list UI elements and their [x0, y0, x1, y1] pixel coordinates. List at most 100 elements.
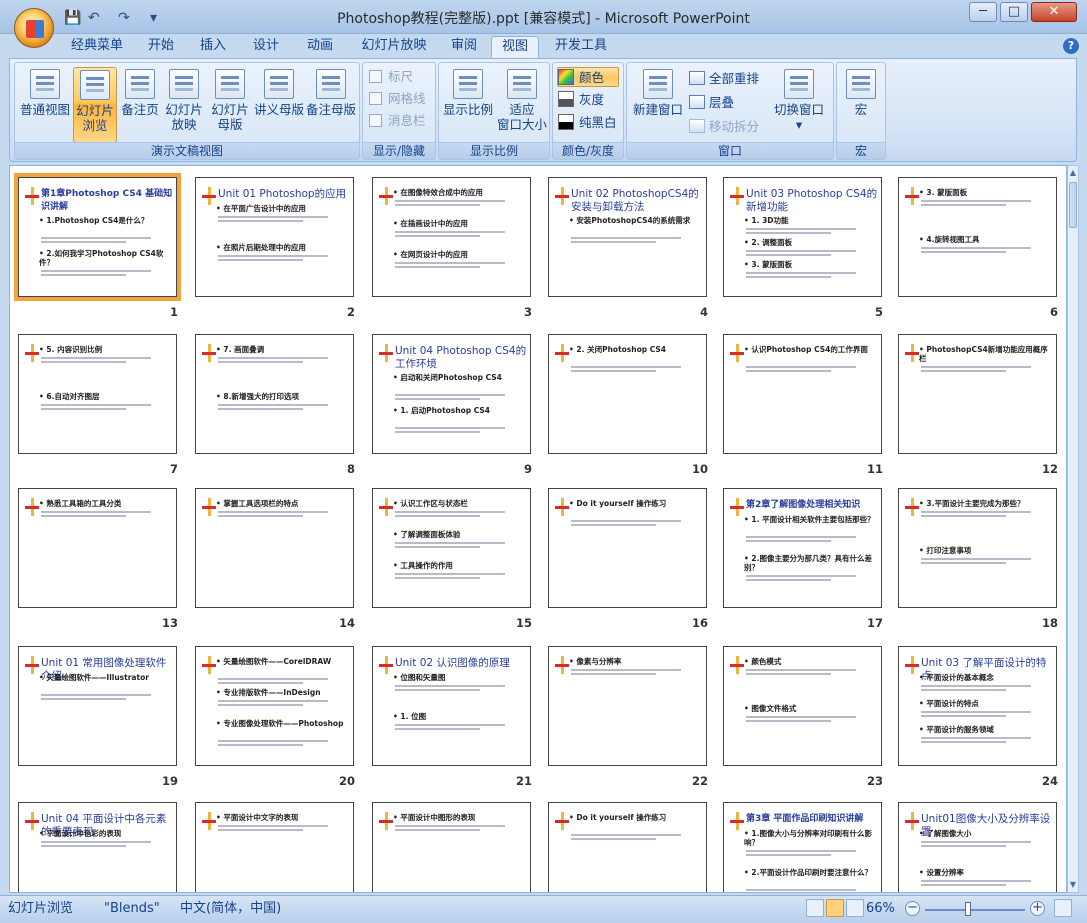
message-bar-checkbox[interactable]: 消息栏 — [369, 111, 426, 131]
slide-thumbnail-5[interactable]: Unit 03 Photoshop CS4的新增功能 • 1. 3D功能 • 2. … — [723, 177, 882, 297]
slide-number: 3 — [523, 305, 532, 319]
tab-developer[interactable]: 开发工具 — [549, 36, 613, 58]
slide-thumbnail-26[interactable]: • 平面设计中文字的表现 — [195, 802, 354, 892]
slide-thumbnail-23[interactable]: • 颜色模式 • 图像文件格式 — [723, 646, 882, 766]
slide-thumbnail-11[interactable]: • 认识Photoshop CS4的工作界面 — [723, 334, 882, 454]
help-icon[interactable]: ? — [1063, 38, 1079, 54]
scrollbar-thumb[interactable] — [1069, 182, 1077, 228]
slide-bullet-heading: • 平面设计的特点 — [919, 699, 979, 708]
slide-thumbnail-10[interactable]: • 2. 关闭Photoshop CS4 — [548, 334, 707, 454]
macro-button[interactable]: 宏 — [841, 67, 881, 143]
zoom-slider[interactable] — [925, 909, 1025, 911]
slide-body-text — [921, 689, 1006, 691]
slide-body-text — [218, 408, 303, 410]
tab-view[interactable]: 视图 — [491, 36, 539, 58]
slide-body-text — [571, 838, 656, 840]
zoom-level[interactable]: 66% — [866, 901, 895, 917]
slide-sorter-button[interactable]: 幻灯片 浏览 — [73, 67, 117, 143]
cascade-button[interactable]: 层叠 — [689, 93, 734, 113]
slide-bullet-heading: • 矢量绘图软件——Illustrator — [39, 673, 149, 682]
tab-review[interactable]: 审阅 — [444, 36, 484, 58]
arrange-all-button[interactable]: 全部重排 — [689, 69, 759, 89]
slide-thumbnail-7[interactable]: • 5. 内容识别比例 • 6.自动对齐图层 — [18, 334, 177, 454]
slide-title: Unit 02 认识图像的原理 — [395, 657, 510, 669]
slide-thumbnail-25[interactable]: Unit 04 平面设计中各元素的重要表现 • 平面设计中色彩的表现 — [18, 802, 177, 892]
tab-slideshow[interactable]: 幻灯片放映 — [354, 36, 434, 58]
slide-thumbnail-2[interactable]: Unit 01 Photoshop的应用 • 在平面广告设计中的应用 • 在照片后期… — [195, 177, 354, 297]
slide-thumbnail-14[interactable]: • 掌握工具选项栏的特点 — [195, 488, 354, 608]
slide-thumbnail-15[interactable]: • 认识工作区与状态栏 • 了解调整面板体验 • 工具操作的作用 — [372, 488, 531, 608]
gridlines-checkbox[interactable]: 网格线 — [369, 89, 426, 109]
fit-to-window-button[interactable]: 适应 窗口大小 — [495, 67, 549, 143]
status-theme[interactable]: "Blends" — [104, 901, 160, 917]
slide-thumbnail-6[interactable]: • 3. 蒙版面板 • 4.旋转视图工具 — [898, 177, 1057, 297]
slide-body-text — [746, 673, 831, 675]
zoom-button[interactable]: 显示比例 — [441, 67, 495, 143]
slide-sorter-icon[interactable] — [826, 899, 844, 917]
office-button[interactable] — [14, 8, 54, 48]
handout-master-button[interactable]: 讲义母版 — [253, 67, 305, 143]
slide-thumbnail-4[interactable]: Unit 02 PhotoshopCS4的安装与卸载方法 • 安装Photosho… — [548, 177, 707, 297]
status-language[interactable]: 中文(简体，中国) — [180, 901, 281, 917]
new-window-button[interactable]: 新建窗口 — [631, 67, 685, 143]
group-label: 演示文稿视图 — [15, 142, 359, 159]
checkbox-icon — [369, 114, 382, 127]
slide-thumbnail-1[interactable]: 第1章Photoshop CS4 基础知识讲解 • 1.Photoshop CS4… — [14, 173, 181, 301]
slide-number: 22 — [691, 774, 708, 788]
notes-page-button[interactable]: 备注页 — [118, 67, 162, 143]
slide-thumbnail-27[interactable]: • 平面设计中图形的表现 — [372, 802, 531, 892]
notes-master-button[interactable]: 备注母版 — [305, 67, 357, 143]
slide-thumbnail-9[interactable]: Unit 04 Photoshop CS4的工作环境 • 启动和关闭Photosh… — [372, 334, 531, 454]
maximize-button[interactable]: □ — [1000, 2, 1028, 22]
slide-thumbnail-12[interactable]: • PhotoshopCS4新增功能应用概序栏 — [898, 334, 1057, 454]
slide-thumbnail-8[interactable]: • 7. 画面叠调 • 8.新增强大的打印选项 — [195, 334, 354, 454]
slide-number: 4 — [699, 305, 708, 319]
slide-body-text — [921, 880, 1031, 882]
normal-view-icon[interactable] — [806, 899, 824, 917]
slide-thumbnail-22[interactable]: • 像素与分辨率 — [548, 646, 707, 766]
grayscale-button[interactable]: 灰度 — [558, 90, 604, 110]
vertical-scrollbar[interactable]: ▲ ▼ — [1067, 165, 1079, 893]
tab-design[interactable]: 设计 — [246, 36, 286, 58]
group-color-grayscale: 颜色 灰度 纯黑白 颜色/灰度 — [552, 62, 624, 160]
black-white-button[interactable]: 纯黑白 — [558, 113, 617, 133]
slide-body-text — [921, 715, 1006, 717]
slide-bullet-heading: • 在插画设计中的应用 — [393, 219, 468, 228]
slide-thumbnail-3[interactable]: • 在图像特效合成中的应用 • 在插画设计中的应用 • 在网页设计中的应用 — [372, 177, 531, 297]
normal-view-button[interactable]: 普通视图 — [19, 67, 71, 143]
slide-thumbnail-29[interactable]: 第3章 平面作品印刷知识讲解 • 1.图像大小与分辨率对印刷有什么影响？ • 2.平… — [723, 802, 882, 892]
minimize-button[interactable]: ─ — [969, 2, 997, 22]
scroll-down-icon[interactable]: ▼ — [1068, 879, 1078, 891]
scroll-up-icon[interactable]: ▲ — [1068, 167, 1078, 179]
tab-insert[interactable]: 插入 — [193, 36, 233, 58]
color-button[interactable]: 颜色 — [557, 67, 619, 87]
zoom-in-button[interactable]: + — [1030, 901, 1045, 916]
slide-thumbnail-21[interactable]: Unit 02 认识图像的原理 • 位图和矢量图 • 1. 位图 — [372, 646, 531, 766]
slide-body-text — [746, 579, 831, 581]
slide-sorter-pane[interactable]: 第1章Photoshop CS4 基础知识讲解 • 1.Photoshop CS4… — [9, 165, 1067, 893]
slide-thumbnail-20[interactable]: • 矢量绘图软件——CorelDRAW • 专业排版软件——InDesign • 专… — [195, 646, 354, 766]
slide-thumbnail-16[interactable]: • Do it yourself 操作练习 — [548, 488, 707, 608]
slideshow-view-button[interactable]: 幻灯片 放映 — [162, 67, 206, 143]
tab-classic-menu[interactable]: 经典菜单 — [62, 36, 132, 58]
tab-animation[interactable]: 动画 — [300, 36, 340, 58]
slide-thumbnail-28[interactable]: • Do it yourself 操作练习 — [548, 802, 707, 892]
slide-thumbnail-17[interactable]: 第2章了解图像处理相关知识 • 1. 平面设计相关软件主要包括那些？ • 2.图像主… — [723, 488, 882, 608]
zoom-out-button[interactable]: − — [905, 901, 920, 916]
slide-thumbnail-13[interactable]: • 熟悉工具箱的工具分类 — [18, 488, 177, 608]
slide-thumbnail-30[interactable]: Unit01图像大小及分辨率设置 • 了解图像大小 • 设置分辨率 — [898, 802, 1057, 892]
switch-window-button[interactable]: 切换窗口 ▾ — [769, 67, 829, 143]
slide-thumbnail-19[interactable]: Unit 01 常用图像处理软件介绍 • 矢量绘图软件——Illustrator — [18, 646, 177, 766]
slide-bullet-heading: • 打印注意事项 — [919, 546, 972, 555]
fit-slide-icon[interactable] — [1054, 899, 1072, 917]
slide-master-button[interactable]: 幻灯片 母版 — [208, 67, 252, 143]
zoom-slider-thumb[interactable] — [965, 902, 971, 916]
close-button[interactable]: ✕ — [1031, 2, 1077, 22]
ruler-checkbox[interactable]: 标尺 — [369, 67, 413, 87]
move-split-button[interactable]: 移动拆分 — [689, 117, 759, 137]
slide-thumbnail-18[interactable]: • 3.平面设计主要完成为那些？ • 打印注意事项 — [898, 488, 1057, 608]
slideshow-icon[interactable] — [846, 899, 864, 917]
normal-view-icon — [30, 69, 60, 99]
slide-thumbnail-24[interactable]: Unit 03 了解平面设计的特点 • 平面设计的基本概念 • 平面设计的特点 • 平… — [898, 646, 1057, 766]
tab-home[interactable]: 开始 — [141, 36, 181, 58]
